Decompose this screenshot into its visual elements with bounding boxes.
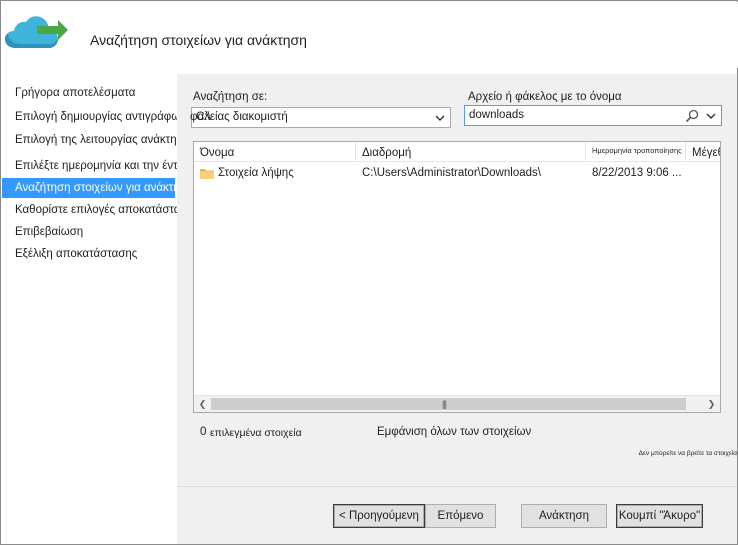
scroll-thumb[interactable]: ||| — [211, 398, 686, 410]
next-button[interactable]: Επόμενο — [425, 504, 496, 528]
footer-divider — [177, 486, 737, 487]
magnifier-icon[interactable] — [685, 109, 699, 123]
row-date: 8/22/2013 9:06 ... — [592, 167, 682, 179]
recover-button[interactable]: Ανάκτηση — [521, 504, 607, 528]
folder-icon — [200, 169, 214, 179]
column-name[interactable]: Όνομα — [194, 142, 356, 162]
previous-button[interactable]: < Προηγούμενη — [333, 504, 425, 528]
horizontal-scrollbar[interactable]: ❮ ||| ❯ — [194, 395, 720, 412]
page-title: Αναζήτηση στοιχείων για ανάκτηση — [90, 32, 307, 48]
results-header: Όνομα Διαδρομή Ημερομηνία τροποποίησης Μ… — [194, 142, 720, 162]
name-search-input[interactable]: downloads — [469, 109, 524, 121]
scroll-left-button[interactable]: ❮ — [194, 396, 211, 412]
main-content: Αναζήτηση σε: C:\ Αρχείο ή φάκελος με το… — [177, 74, 737, 544]
name-search-label: Αρχείο ή φάκελος με το όνομα — [468, 91, 622, 103]
scroll-right-button[interactable]: ❯ — [703, 396, 720, 412]
table-row[interactable]: Στοιχεία λήψης C:\Users\Administrator\Do… — [194, 163, 720, 183]
wizard-header: Αναζήτηση στοιχείων για ανάκτηση — [2, 2, 738, 68]
row-name: Στοιχεία λήψης — [218, 167, 294, 179]
search-in-overlap-text: φαλείας διακομιστή — [190, 111, 288, 123]
wizard-steps: Γρήγορα αποτελέσματα Επιλογή δημιουργίας… — [2, 74, 301, 544]
show-all-items-link[interactable]: Εμφάνιση όλων των στοιχείων — [377, 426, 531, 438]
chevron-down-icon — [435, 115, 445, 121]
cloud-backup-icon — [5, 16, 68, 48]
wizard-window: Αναζήτηση στοιχείων για ανάκτηση Γρήγορα… — [0, 0, 738, 545]
selected-count: 0 — [200, 426, 207, 438]
chevron-down-icon[interactable] — [705, 110, 717, 122]
step-search-items[interactable]: Αναζήτηση στοιχείων για ανάκτηση — [2, 178, 175, 198]
row-path: C:\Users\Administrator\Downloads\ — [362, 167, 541, 179]
column-date[interactable]: Ημερομηνία τροποποίησης — [586, 142, 686, 162]
results-list[interactable]: Όνομα Διαδρομή Ημερομηνία τροποποίησης Μ… — [193, 141, 721, 413]
grip-icon: ||| — [442, 399, 447, 409]
cancel-button[interactable]: Κουμπί "Άκυρο" — [616, 504, 703, 528]
column-path[interactable]: Διαδρομή — [356, 142, 586, 162]
column-size[interactable]: Μέγεθος — [686, 142, 720, 162]
name-search-combo[interactable]: downloads — [464, 105, 722, 126]
selected-count-label: επιλεγμένα στοιχεία — [210, 427, 302, 439]
search-in-label: Αναζήτηση σε: — [193, 91, 268, 103]
cannot-find-items-link[interactable]: Δεν μπορείτε να βρείτε τα στοιχεία — [639, 450, 737, 457]
